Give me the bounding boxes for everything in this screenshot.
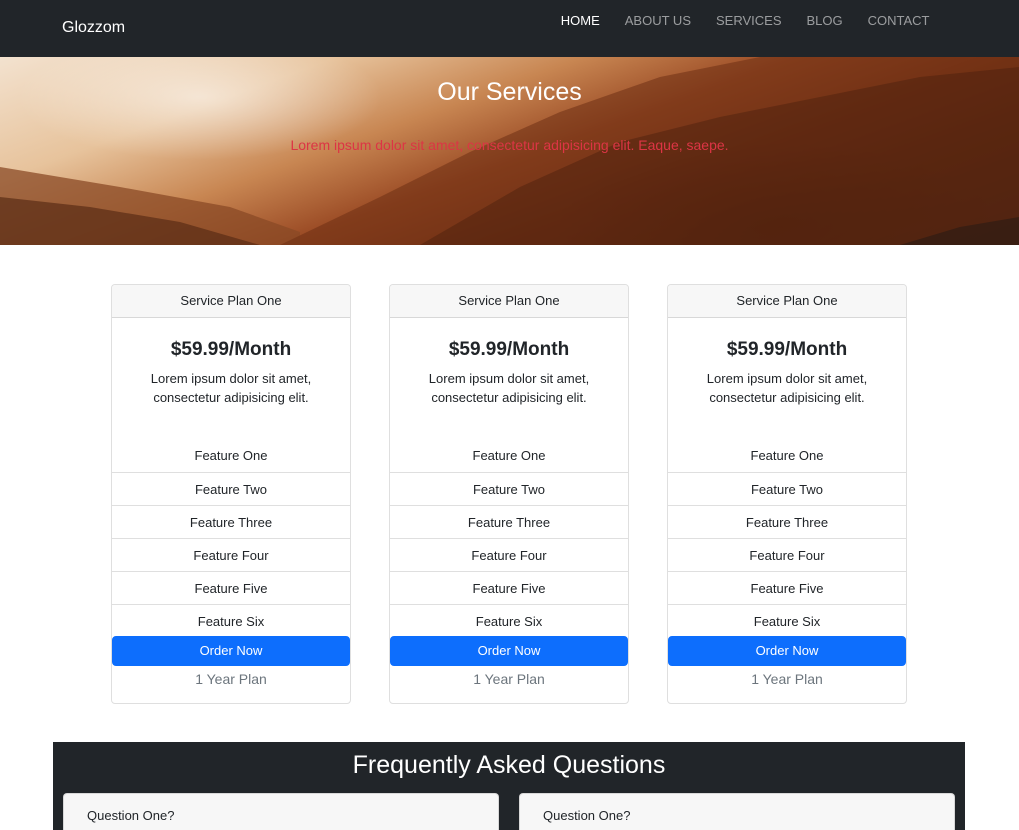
brand-logo[interactable]: Glozzom (62, 18, 125, 38)
feature-item: Feature Six (668, 604, 906, 637)
plan-header: Service Plan One (112, 285, 350, 318)
plan-term: 1 Year Plan (473, 671, 545, 687)
nav-links: HOME ABOUT US SERVICES BLOG CONTACT (548, 13, 942, 29)
feature-list: Feature One Feature Two Feature Three Fe… (390, 440, 628, 637)
feature-item: Feature Five (668, 571, 906, 604)
feature-item: Feature Two (112, 472, 350, 505)
plan-term: 1 Year Plan (195, 671, 267, 687)
plan-description: Lorem ipsum dolor sit amet, consectetur … (150, 371, 312, 405)
faq-card[interactable]: Question One? (519, 793, 955, 830)
feature-item: Feature Six (112, 604, 350, 637)
faq-card[interactable]: Question One? (63, 793, 499, 830)
pricing-card: Service Plan One $59.99/Month Lorem ipsu… (389, 284, 629, 704)
feature-item: Feature Five (390, 571, 628, 604)
feature-item: Feature Two (668, 472, 906, 505)
hero-title: Our Services (437, 78, 582, 106)
faq-section: Frequently Asked Questions Question One?… (53, 742, 965, 830)
pricing-card: Service Plan One $59.99/Month Lorem ipsu… (667, 284, 907, 704)
feature-item: Feature One (472, 448, 546, 463)
feature-item: Feature Four (390, 538, 628, 571)
nav-link-services[interactable]: SERVICES (703, 13, 794, 29)
feature-list: Feature One Feature Two Feature Three Fe… (112, 440, 350, 637)
plan-header: Service Plan One (668, 285, 906, 318)
plan-description: Lorem ipsum dolor sit amet, consectetur … (706, 371, 868, 405)
feature-item: Feature Six (390, 604, 628, 637)
order-now-button[interactable]: Order Now (668, 636, 906, 666)
nav-link-blog[interactable]: BLOG (794, 13, 855, 29)
nav-link-about-us[interactable]: ABOUT US (612, 13, 703, 29)
plan-header: Service Plan One (390, 285, 628, 318)
hero-subtitle: Lorem ipsum dolor sit amet, consectetur … (290, 137, 729, 153)
feature-item: Feature Three (112, 505, 350, 538)
plan-price: $59.99/Month (726, 339, 848, 360)
feature-list: Feature One Feature Two Feature Three Fe… (668, 440, 906, 637)
feature-item: Feature Four (112, 538, 350, 571)
faq-question: Question One? (543, 808, 631, 823)
plan-description: Lorem ipsum dolor sit amet, consectetur … (428, 371, 590, 405)
navbar: Glozzom HOME ABOUT US SERVICES BLOG CONT… (0, 0, 1019, 57)
plan-price: $59.99/Month (170, 339, 292, 360)
feature-item: Feature Three (668, 505, 906, 538)
feature-item: Feature Four (668, 538, 906, 571)
feature-item: Feature One (750, 448, 824, 463)
pricing-card: Service Plan One $59.99/Month Lorem ipsu… (111, 284, 351, 704)
order-now-button[interactable]: Order Now (112, 636, 350, 666)
plan-term: 1 Year Plan (751, 671, 823, 687)
nav-link-contact[interactable]: CONTACT (855, 13, 942, 29)
feature-item: Feature Two (390, 472, 628, 505)
faq-question: Question One? (87, 808, 175, 823)
faq-title: Frequently Asked Questions (352, 751, 666, 779)
feature-item: Feature Five (112, 571, 350, 604)
feature-item: Feature Three (390, 505, 628, 538)
hero-banner: Our Services Lorem ipsum dolor sit amet,… (0, 57, 1019, 245)
nav-link-home[interactable]: HOME (548, 13, 612, 29)
plan-price: $59.99/Month (448, 339, 570, 360)
order-now-button[interactable]: Order Now (390, 636, 628, 666)
feature-item: Feature One (194, 448, 268, 463)
